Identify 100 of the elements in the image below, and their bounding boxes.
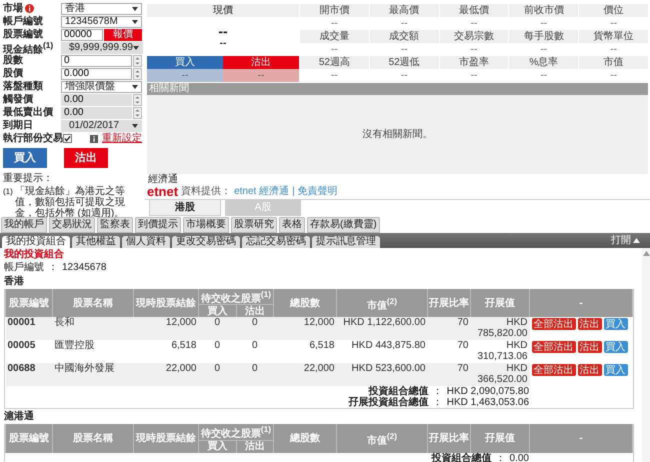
- checkbox[interactable]: [63, 134, 72, 143]
- sell-button[interactable]: 全部沽出: [532, 341, 576, 354]
- buy-button[interactable]: 買入: [3, 148, 47, 168]
- column-header: -: [530, 289, 632, 318]
- stock-name: 長和: [52, 317, 134, 340]
- stat-label: 52週低: [370, 56, 439, 69]
- column-header: 待交收之股票$^{(1)}$: [198, 424, 274, 440]
- sell-button[interactable]: 沽出: [578, 364, 602, 376]
- dropdown[interactable]: 12345678M: [61, 16, 142, 28]
- column-header: 孖展比率: [428, 289, 470, 318]
- column-header: 總股數: [274, 289, 336, 318]
- stat-value: --: [609, 69, 618, 82]
- nav-tab[interactable]: 市場概要: [183, 217, 229, 233]
- portfolio-title: 我的投資組合: [4, 249, 65, 261]
- table-cell: 6,518: [134, 340, 198, 364]
- collapse-button[interactable]: 打開: [601, 233, 650, 248]
- sub-tab[interactable]: 其他權益: [72, 236, 120, 248]
- separator: ：: [496, 452, 506, 462]
- field-label: 觸發價: [3, 94, 33, 106]
- triangle-up-icon: [633, 238, 640, 243]
- nav-tab[interactable]: 存款易(繳費靈): [307, 217, 380, 233]
- sell-button[interactable]: 全部沽出: [532, 364, 576, 376]
- market-tab[interactable]: 港股: [149, 200, 221, 216]
- column-header: 買入: [198, 440, 236, 453]
- field-label: 到期日: [3, 120, 33, 132]
- stock-code-field[interactable]: 00000: [61, 28, 103, 40]
- stat-label: 最低價: [440, 4, 508, 17]
- table-cell: 6,518: [274, 340, 336, 364]
- sub-tab[interactable]: 忘記交易密碼: [242, 236, 310, 248]
- stat-label: 成交量: [300, 30, 369, 43]
- scroll-up-icon[interactable]: [642, 251, 650, 256]
- stock-code: 00005: [6, 340, 52, 364]
- news-header: 相關新聞: [147, 83, 648, 95]
- field-label: 落盤種類: [3, 80, 43, 92]
- dropdown[interactable]: 增強限價盤: [61, 80, 142, 92]
- nav-tab[interactable]: 我的帳戶: [1, 217, 47, 233]
- stock-code: 00001: [6, 317, 52, 340]
- number-field[interactable]: 0: [61, 54, 132, 66]
- bid-label: 買入: [147, 56, 223, 69]
- separator: ：: [432, 397, 443, 408]
- sell-button[interactable]: 沽出: [64, 148, 108, 168]
- separator: ：: [432, 386, 443, 398]
- sell-button[interactable]: 全部沽出: [532, 318, 576, 330]
- spin-buttons[interactable]: [133, 54, 142, 66]
- field-label: 執行部份交易: [3, 132, 63, 144]
- stat-value: --: [470, 69, 478, 82]
- stat-value: --: [330, 17, 339, 30]
- stat-label: 市盈率: [440, 56, 508, 69]
- stat-value: --: [400, 17, 409, 30]
- stat-label: 最高價: [370, 4, 439, 17]
- spin-buttons[interactable]: [133, 106, 142, 118]
- table-cell: HKD 523,600.00: [336, 363, 428, 386]
- account-label: 帳戶編號: [4, 262, 44, 273]
- table-cell: HKD 785,820.00: [470, 317, 530, 340]
- ask-value: --: [223, 69, 299, 82]
- stat-value: --: [400, 69, 409, 82]
- table-cell: 0: [236, 340, 274, 364]
- stat-label: 前收市價: [509, 4, 578, 17]
- scrollbar[interactable]: [642, 248, 650, 462]
- column-header: 孖展值: [470, 289, 530, 318]
- stat-label: 成交額: [370, 30, 439, 43]
- sell-button[interactable]: 沽出: [578, 318, 602, 330]
- nav-tab[interactable]: 表格: [279, 217, 305, 233]
- reset-link[interactable]: 重新設定: [102, 132, 142, 144]
- table-cell: 70: [428, 363, 470, 386]
- empty-message: 沒有相關新聞。: [362, 128, 432, 140]
- table-cell: 0: [236, 317, 274, 340]
- number-field[interactable]: 0.000: [61, 68, 132, 80]
- dropdown[interactable]: 香港: [61, 2, 142, 14]
- column-header: 孖展比率: [428, 424, 470, 453]
- sell-button[interactable]: 沽出: [578, 341, 602, 354]
- column-header: -: [530, 424, 632, 453]
- column-header: 現時股票結餘: [134, 289, 198, 318]
- logo-caption: 經濟通: [148, 175, 178, 185]
- sub-tab[interactable]: 我的投資組合: [2, 236, 70, 248]
- column-header: 股票名稱: [52, 424, 134, 453]
- link-separator: |: [292, 186, 295, 198]
- sub-tab[interactable]: 個人資料: [122, 236, 170, 248]
- stat-label: %息率: [509, 56, 578, 69]
- spin-buttons[interactable]: [133, 94, 142, 106]
- stat-value: --: [400, 43, 409, 56]
- stat-label: 52週高: [300, 56, 369, 69]
- stat-value: --: [330, 69, 339, 82]
- sub-tab[interactable]: 提示訊息管理: [312, 236, 380, 248]
- column-header: 孖展值: [470, 424, 530, 453]
- quote-button[interactable]: 報價: [104, 28, 142, 40]
- nav-tab[interactable]: 交易狀況: [49, 217, 95, 233]
- source-label: 資料提供：: [181, 186, 232, 198]
- caret-icon: [132, 124, 138, 128]
- nav-tab[interactable]: 股票研究: [231, 217, 277, 233]
- stat-value: --: [539, 17, 548, 30]
- spin-buttons[interactable]: [133, 68, 142, 80]
- table-cell: HKD 366,520.00: [470, 363, 530, 386]
- stat-label: 交易宗數: [440, 30, 508, 43]
- column-header: 現時股票結餘: [134, 424, 198, 453]
- source-link[interactable]: 免責聲明: [298, 186, 338, 198]
- separator: ：: [48, 262, 58, 273]
- sub-tab[interactable]: 更改交易密碼: [172, 236, 240, 248]
- nav-tab[interactable]: 到價提示: [135, 217, 181, 233]
- nav-tab[interactable]: 監察表: [97, 217, 133, 233]
